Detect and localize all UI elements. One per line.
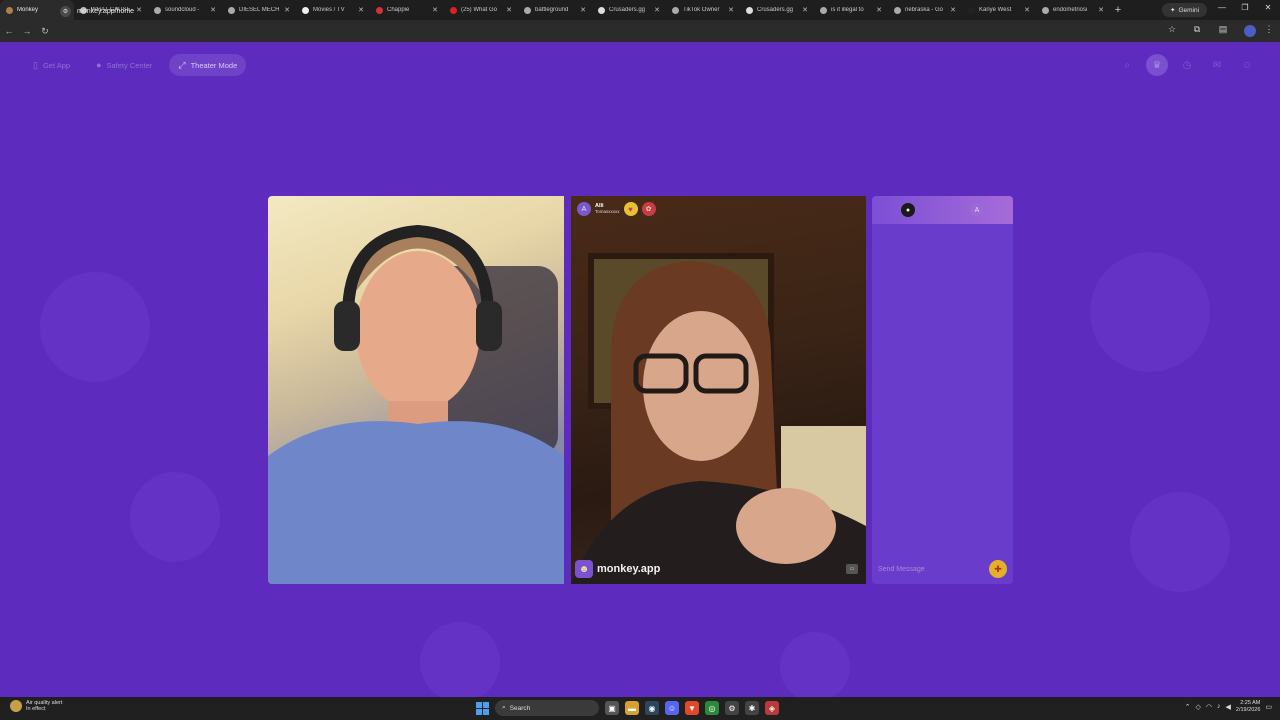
get-app-button[interactable]: ▯ Get App	[24, 54, 79, 76]
safety-center-button[interactable]: ● Safety Center	[87, 54, 161, 76]
bg-decoration	[420, 622, 500, 697]
tab-favicon-icon	[6, 6, 13, 14]
windows-taskbar: Air quality alert In effect ⌕ Search ▣ ▬…	[0, 697, 1280, 720]
weather-line2: In effect	[26, 706, 46, 713]
network-icon[interactable]: ◇	[1196, 703, 1201, 711]
search-icon[interactable]: ⌕	[1116, 54, 1138, 76]
top-nav: ▯ Get App ● Safety Center ⤢ Theater Mode	[24, 54, 247, 76]
task-view-icon[interactable]: ▣	[605, 701, 619, 715]
bg-decoration	[130, 472, 220, 562]
bookmark-star-icon[interactable]: ☆	[1165, 24, 1179, 35]
monkey-logo-icon: ☻	[575, 560, 593, 578]
mic-icon[interactable]: ♪	[1217, 703, 1221, 710]
taskbar-apps: ⌕ Search ▣ ▬ ◉ ☺ ▼ ◎ ⚙ ✱ ◈	[476, 700, 779, 716]
notification-icon[interactable]: ▭	[1265, 703, 1272, 711]
message-placeholder: Send Message	[878, 565, 925, 573]
expand-icon: ⤢	[178, 59, 186, 70]
shield-icon: ●	[96, 60, 102, 70]
search-glass-icon: ⌕	[502, 704, 506, 711]
clock[interactable]: 2:25 AM 2/19/2026	[1236, 700, 1260, 713]
captions-icon[interactable]: ▭	[846, 564, 858, 574]
app-icon[interactable]: ◈	[765, 701, 779, 715]
theater-mode-button[interactable]: ⤢ Theater Mode	[169, 54, 247, 76]
file-explorer-icon[interactable]: ▬	[625, 701, 639, 715]
bg-decoration	[780, 632, 850, 697]
browser-toolbar: ← → ↻	[0, 20, 1280, 42]
system-tray: ⌃ ◇ ◠ ♪ ◀ 2:25 AM 2/19/2026 ▭	[1185, 700, 1272, 713]
menu-icon[interactable]: ⋮	[1262, 24, 1276, 35]
stranger-chat-avatar[interactable]: A	[970, 203, 984, 217]
gift-badge-icon[interactable]: ✿	[641, 202, 656, 216]
extensions-icon[interactable]: ⧉	[1190, 24, 1204, 35]
self-avatar-icon[interactable]: ●	[901, 203, 915, 217]
gift-icon[interactable]: ✚	[989, 560, 1007, 578]
gemini-label: Gemini	[1178, 6, 1200, 14]
history-icon[interactable]: ◷	[1176, 54, 1198, 76]
settings-icon[interactable]: ⚙	[725, 701, 739, 715]
heart-badge-icon[interactable]: ♥	[623, 202, 638, 216]
gear-icon[interactable]: ✱	[745, 701, 759, 715]
chat-panel: ● A Send Message ✚	[872, 196, 1013, 584]
stranger-info: A Alli Tomasxxxxx ♥ ✿	[577, 202, 656, 216]
weather-icon	[10, 700, 22, 713]
taskbar-search[interactable]: ⌕ Search	[495, 700, 599, 716]
discord-icon[interactable]: ☺	[665, 701, 679, 715]
minimize-icon[interactable]: —	[1214, 3, 1230, 12]
stranger-video: A Alli Tomasxxxxx ♥ ✿ ☻ monkey.app ▭	[571, 196, 866, 584]
profile-avatar[interactable]	[1244, 25, 1256, 37]
stranger-meta: Alli Tomasxxxxx	[595, 203, 620, 214]
top-right-actions: ⌕ ♛ ◷ ✉ ☺	[1116, 54, 1258, 76]
tab-title: Monkey	[17, 7, 39, 13]
clock-date: 2/19/2026	[1235, 706, 1261, 713]
sidepanel-icon[interactable]: ▤	[1216, 24, 1230, 35]
site-info-icon[interactable]: ⚙	[60, 5, 71, 17]
address-bar[interactable]: ⚙ monkey.app/home	[60, 3, 1180, 19]
stranger-avatar[interactable]: A	[577, 202, 591, 216]
wifi-icon[interactable]: ◠	[1206, 703, 1212, 711]
weather-widget[interactable]: Air quality alert In effect	[10, 700, 62, 713]
messages-icon[interactable]: ✉	[1206, 54, 1228, 76]
forward-icon[interactable]: →	[18, 26, 36, 36]
reload-icon[interactable]: ↻	[36, 26, 54, 37]
chrome-icon[interactable]: ◎	[705, 701, 719, 715]
get-app-label: Get App	[42, 60, 71, 70]
url-text: monkey.app/home	[77, 7, 135, 15]
safety-center-label: Safety Center	[106, 60, 153, 70]
bg-decoration	[40, 272, 150, 382]
stranger-subtitle: Tomasxxxxx	[595, 208, 620, 214]
restore-icon[interactable]: ❐	[1237, 3, 1253, 12]
crown-icon[interactable]: ♛	[1146, 54, 1168, 76]
clock-time: 2:25 AM	[1240, 700, 1261, 706]
profile-icon[interactable]: ☺	[1236, 54, 1258, 76]
close-window-icon[interactable]: ✕	[1260, 3, 1276, 12]
brave-icon[interactable]: ▼	[685, 701, 699, 715]
monkey-page: ▯ Get App ● Safety Center ⤢ Theater Mode…	[0, 42, 1280, 697]
theater-mode-label: Theater Mode	[190, 60, 238, 70]
bg-decoration	[1130, 492, 1230, 592]
chat-header: ● A	[872, 196, 1013, 224]
steam-icon[interactable]: ◉	[645, 701, 659, 715]
self-video	[268, 196, 564, 584]
watermark-text: monkey.app	[597, 563, 661, 575]
message-input[interactable]: Send Message ✚	[872, 554, 1013, 584]
phone-icon: ▯	[33, 59, 38, 70]
start-icon[interactable]	[476, 701, 489, 715]
monkey-watermark: ☻ monkey.app	[575, 560, 660, 578]
chevron-up-icon[interactable]: ⌃	[1185, 703, 1191, 711]
self-video-feed	[268, 224, 564, 584]
taskbar-search-label: Search	[509, 704, 531, 712]
back-icon[interactable]: ←	[0, 26, 18, 36]
volume-icon[interactable]: ◀	[1226, 703, 1231, 711]
bg-decoration	[1090, 252, 1210, 372]
weather-text: Air quality alert In effect	[26, 700, 62, 713]
stranger-video-feed	[571, 253, 866, 584]
